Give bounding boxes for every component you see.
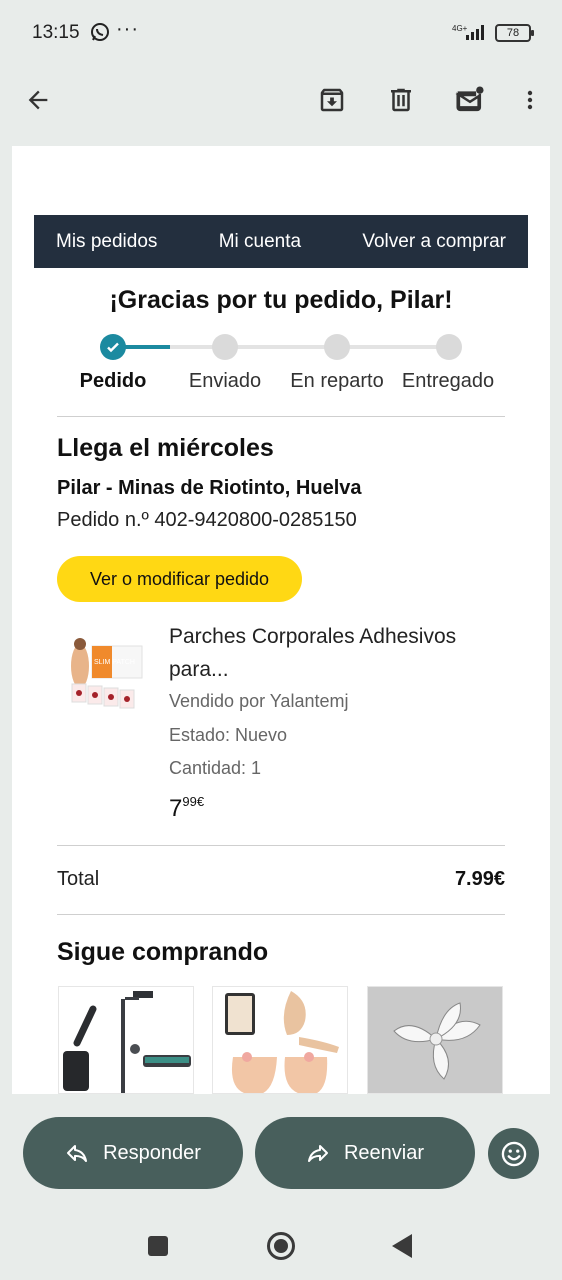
product-title[interactable]: Parches Corporales Adhesivos para... — [169, 620, 499, 686]
status-bar: 13:15 ··· 4G+ 78 — [0, 0, 562, 66]
product-seller: Vendido por Yalantemj — [169, 691, 349, 711]
arrival-heading: Llega el miércoles — [57, 434, 274, 462]
check-icon — [107, 342, 119, 353]
email-body: Mis pedidos Mi cuenta Volver a comprar ¡… — [12, 146, 550, 1094]
step-dot-entregado — [436, 334, 462, 360]
divider — [57, 416, 505, 417]
recommended-product[interactable] — [212, 986, 348, 1094]
modify-order-button[interactable]: Ver o modificar pedido — [57, 556, 302, 602]
trash-icon — [391, 88, 411, 112]
step-dot-enviado — [212, 334, 238, 360]
product-image[interactable]: SLIM PATCH — [66, 636, 148, 718]
product-image-text: SLIM PATCH — [94, 659, 135, 666]
recent-apps-button[interactable] — [148, 1236, 168, 1256]
network-type: 4G+ — [452, 24, 468, 33]
mark-unread-button[interactable] — [450, 80, 490, 120]
status-time: 13:15 — [32, 22, 80, 43]
reply-label: Responder — [103, 1141, 201, 1164]
thanks-heading: ¡Gracias por tu pedido, Pilar! — [109, 286, 453, 314]
ceiling-lamp-image — [368, 987, 502, 1093]
email-toolbar — [0, 66, 562, 134]
total-value: 7.99€ — [454, 868, 505, 890]
back-button[interactable] — [18, 80, 58, 120]
step-label-entregado: Entregado — [401, 370, 495, 392]
more-options-button[interactable] — [510, 80, 550, 120]
shower-set-image — [59, 987, 193, 1093]
system-back-button[interactable] — [392, 1234, 412, 1258]
emoji-reaction-button[interactable] — [488, 1128, 539, 1179]
divider — [57, 914, 505, 915]
more-vert-icon — [527, 90, 533, 110]
product-condition: Estado: Nuevo — [169, 725, 288, 745]
recommended-product[interactable] — [367, 986, 503, 1094]
shipping-address: Pilar - Minas de Riotinto, Huelva — [57, 477, 362, 499]
archive-icon — [320, 88, 344, 112]
product-quantity: Cantidad: 1 — [169, 758, 262, 778]
order-number: Pedido n.º 402-9420800-0285150 — [57, 509, 357, 531]
bunion-corrector-image — [213, 987, 347, 1093]
order-progress — [100, 334, 462, 360]
total-label: Total — [57, 868, 100, 890]
progress-labels: Pedido Enviado En reparto Entregado — [72, 370, 512, 396]
step-label-pedido: Pedido — [79, 370, 147, 392]
price-whole: 7 — [169, 795, 183, 822]
price-fraction: 99€ — [182, 794, 205, 809]
reply-icon — [67, 1145, 88, 1162]
signal-icon: 4G+ — [452, 24, 484, 40]
home-button[interactable] — [267, 1232, 295, 1260]
step-label-en-reparto: En reparto — [290, 370, 384, 392]
reply-button[interactable]: Responder — [23, 1117, 243, 1189]
forward-label: Reenviar — [343, 1141, 425, 1164]
nav-link-mi-cuenta[interactable]: Mi cuenta — [219, 231, 301, 253]
nav-link-mis-pedidos[interactable]: Mis pedidos — [56, 231, 157, 253]
divider — [57, 845, 505, 846]
archive-button[interactable] — [312, 80, 352, 120]
step-label-enviado: Enviado — [188, 370, 262, 392]
nav-link-volver-a-comprar[interactable]: Volver a comprar — [362, 231, 506, 253]
forward-icon — [307, 1145, 328, 1162]
arrow-left-icon — [28, 90, 48, 110]
battery-indicator: 78 — [495, 24, 534, 42]
amazon-nav-bar: Mis pedidos Mi cuenta Volver a comprar — [34, 215, 528, 268]
step-dot-pedido — [100, 334, 126, 360]
delete-button[interactable] — [381, 80, 421, 120]
recommended-product[interactable] — [58, 986, 194, 1094]
whatsapp-icon — [91, 23, 109, 41]
more-notifications-icon: ··· — [116, 18, 139, 40]
mail-unread-icon — [455, 86, 484, 112]
step-dot-en-reparto — [324, 334, 350, 360]
keep-shopping-heading: Sigue comprando — [57, 938, 269, 966]
smiley-icon — [501, 1141, 526, 1166]
product-price: 799€ — [169, 794, 204, 823]
forward-button[interactable]: Reenviar — [255, 1117, 475, 1189]
